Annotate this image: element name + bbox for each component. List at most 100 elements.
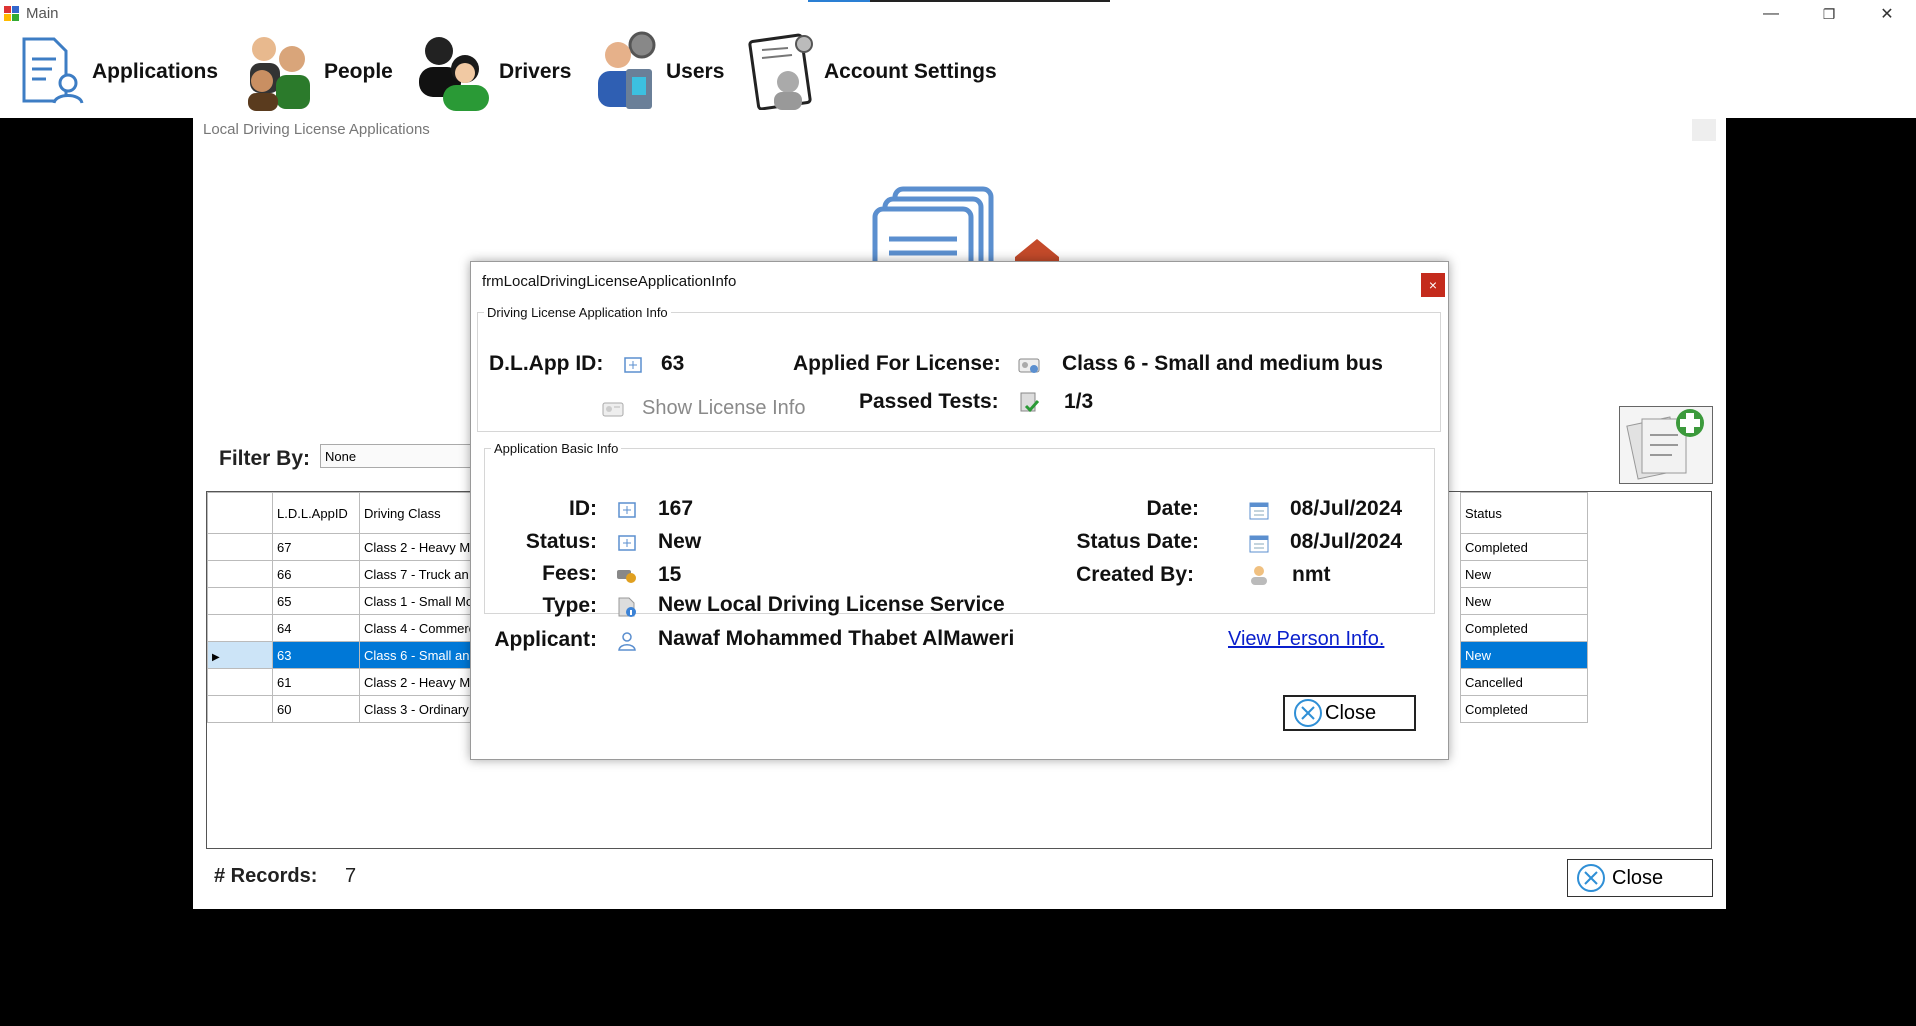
cell-driving-class: Class 7 - Truck an <box>359 560 482 588</box>
group-legend: Driving License Application Info <box>487 305 668 320</box>
cell-appid: 65 <box>272 587 360 615</box>
type-value: New Local Driving License Service <box>658 593 1005 616</box>
dialog-title: frmLocalDrivingLicenseApplicationInfo <box>482 273 737 290</box>
id-label: ID: <box>569 497 597 520</box>
add-document-icon <box>1626 409 1704 480</box>
applications-table: L.D.L.AppID Driving Class 67 Class 2 - H… <box>207 492 482 723</box>
fees-value: 15 <box>658 563 682 586</box>
cell-driving-class: Class 2 - Heavy M <box>359 668 482 696</box>
user-icon <box>1248 564 1270 586</box>
menu-applications-label: Applications <box>92 60 219 83</box>
status-value: New <box>658 530 702 553</box>
table-row[interactable]: 60 Class 3 - Ordinary <box>207 695 482 723</box>
fees-label: Fees: <box>542 562 597 585</box>
cell-status: Completed <box>1460 533 1588 561</box>
show-license-info-link[interactable]: Show License Info <box>642 397 805 420</box>
table-row[interactable]: 65 Class 1 - Small Mot <box>207 587 482 615</box>
ldl-close-button-label: Close <box>1612 866 1664 889</box>
passed-tests-icon <box>1018 392 1040 414</box>
column-header-driving-class[interactable]: Driving Class <box>359 492 482 534</box>
filter-by-label: Filter By: <box>219 447 311 470</box>
app-icon <box>4 6 20 22</box>
menu-drivers-label: Drivers <box>499 60 572 83</box>
title-progress-segment <box>808 0 870 2</box>
dialog-close-x-button[interactable]: × <box>1421 273 1445 297</box>
calendar-icon <box>1248 532 1270 554</box>
cell-status: Completed <box>1460 614 1588 642</box>
menu-drivers[interactable]: Drivers <box>413 30 571 114</box>
table-row[interactable]: 66 Class 7 - Truck an <box>207 560 482 588</box>
table-row[interactable]: 64 Class 4 - Commerc <box>207 614 482 642</box>
cell-status: Cancelled <box>1460 668 1588 696</box>
row-header-corner <box>207 492 273 534</box>
license-card-icon <box>1018 354 1040 376</box>
row-header[interactable] <box>207 560 273 588</box>
dl-app-id-value: 63 <box>661 352 685 375</box>
cell-status: New <box>1460 587 1588 615</box>
table-row[interactable]: 61 Class 2 - Heavy M <box>207 668 482 696</box>
id-icon <box>616 499 638 521</box>
fees-icon <box>616 564 638 586</box>
cell-driving-class: Class 3 - Ordinary <box>359 695 482 723</box>
row-header[interactable] <box>207 614 273 642</box>
application-basic-info-group: Application Basic Info <box>484 441 1435 614</box>
person-icon <box>616 630 638 652</box>
dialog-close-button-label: Close <box>1325 701 1377 724</box>
row-header[interactable] <box>207 587 273 615</box>
cell-driving-class: Class 1 - Small Mot <box>359 587 482 615</box>
show-license-info-icon <box>602 398 624 420</box>
status-label: Status: <box>525 530 597 553</box>
cell-appid: 60 <box>272 695 360 723</box>
row-header-current[interactable]: ▶ <box>207 641 273 669</box>
close-circle-icon <box>1293 698 1323 728</box>
table-row[interactable]: 67 Class 2 - Heavy M <box>207 533 482 561</box>
status-date-label: Status Date: <box>1076 530 1199 553</box>
records-count-label: # Records: <box>214 865 318 887</box>
cell-driving-class: Class 2 - Heavy M <box>359 533 482 561</box>
menu-users[interactable]: Users <box>594 30 724 114</box>
current-row-arrow-icon: ▶ <box>212 651 220 663</box>
main-titlebar <box>0 0 1916 28</box>
menu-account-settings-label: Account Settings <box>824 60 997 83</box>
ldl-window-title: Local Driving License Applications <box>203 121 430 138</box>
column-header-status[interactable]: Status <box>1460 492 1588 534</box>
menu-applications[interactable]: Applications <box>18 30 218 114</box>
status-date-value: 08/Jul/2024 <box>1290 530 1403 553</box>
menu-people[interactable]: People <box>240 30 393 114</box>
cell-driving-class: Class 4 - Commerc <box>359 614 482 642</box>
users-icon <box>594 29 660 116</box>
created-by-label: Created By: <box>1076 563 1194 586</box>
window-title: Main <box>26 5 59 22</box>
calendar-icon <box>1248 499 1270 521</box>
row-header[interactable] <box>207 533 273 561</box>
cell-appid: 61 <box>272 668 360 696</box>
view-person-info-link[interactable]: View Person Info. <box>1228 628 1384 651</box>
cell-appid: 63 <box>272 641 360 669</box>
cell-driving-class: Class 6 - Small and <box>359 641 482 669</box>
menu-account-settings[interactable]: Account Settings <box>748 30 997 114</box>
table-row-selected[interactable]: ▶ 63 Class 6 - Small and <box>207 641 482 669</box>
cell-appid: 66 <box>272 560 360 588</box>
application-info-dialog: frmLocalDrivingLicenseApplicationInfo × … <box>470 261 1449 760</box>
close-window-button[interactable]: ✕ <box>1858 0 1916 28</box>
ldl-close-button[interactable]: Close <box>1567 859 1713 897</box>
dialog-close-button[interactable]: Close <box>1283 695 1416 731</box>
applied-for-license-label: Applied For License: <box>793 352 1001 375</box>
records-count-value: 7 <box>345 865 357 887</box>
created-by-value: nmt <box>1292 563 1331 586</box>
column-header-ldl-appid[interactable]: L.D.L.AppID <box>272 492 360 534</box>
drivers-icon <box>413 29 493 116</box>
date-label: Date: <box>1146 497 1199 520</box>
date-value: 08/Jul/2024 <box>1290 497 1403 520</box>
applications-icon <box>18 33 86 112</box>
row-header[interactable] <box>207 668 273 696</box>
add-application-button[interactable] <box>1619 406 1713 484</box>
ldl-window-close-button[interactable] <box>1692 119 1716 141</box>
account-settings-icon <box>748 30 818 115</box>
row-header[interactable] <box>207 695 273 723</box>
restore-button[interactable]: ❐ <box>1800 0 1858 28</box>
menu-people-label: People <box>324 60 393 83</box>
type-label: Type: <box>542 594 597 617</box>
cell-status: Completed <box>1460 695 1588 723</box>
minimize-button[interactable]: — <box>1742 0 1800 28</box>
